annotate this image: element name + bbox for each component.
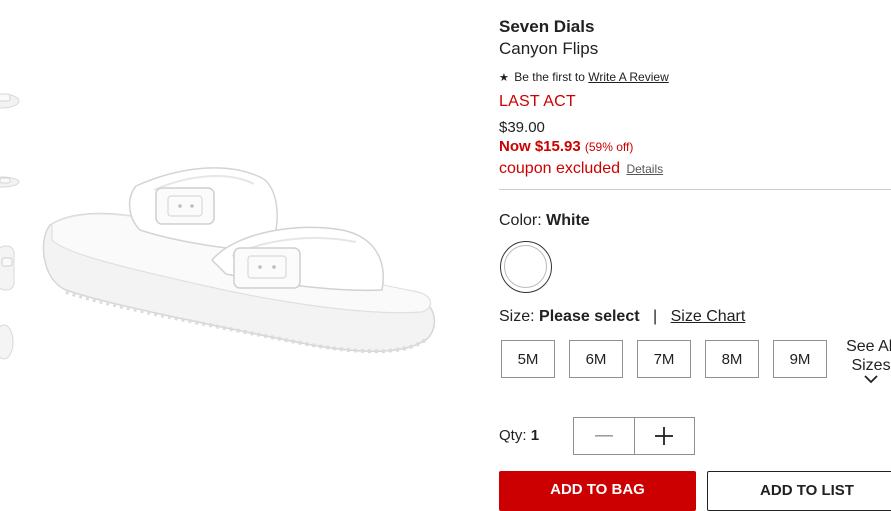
color-value: White — [546, 212, 590, 229]
size-option-9m[interactable]: 9M — [773, 340, 827, 378]
qty-label: Qty: — [499, 427, 527, 444]
color-label: Color: — [499, 212, 542, 229]
promo-badge: LAST ACT — [499, 93, 576, 110]
brand-name[interactable]: Seven Dials — [499, 17, 594, 37]
thumbnail-3[interactable] — [0, 240, 20, 296]
thumbnail-1[interactable] — [0, 85, 20, 115]
decrease-quantity-button[interactable] — [574, 418, 634, 454]
product-name: Canyon Flips — [499, 39, 599, 58]
sale-price: Now $15.93 — [499, 138, 581, 155]
coupon-text: coupon excluded — [499, 160, 620, 177]
original-price: $39.00 — [499, 119, 545, 136]
product-info: Seven Dials Canyon Flips ★ Be the first … — [499, 0, 891, 511]
quantity-label-line: Qty: 1 — [499, 427, 539, 444]
discount-percent: (59% off) — [584, 140, 634, 154]
sale-price-line: Now $15.93 (59% off) — [499, 138, 633, 155]
size-option-8m[interactable]: 8M — [705, 340, 759, 378]
quantity-stepper — [573, 417, 695, 455]
minus-icon — [594, 435, 613, 437]
color-swatch-white[interactable] — [500, 241, 552, 293]
qty-value: 1 — [530, 427, 540, 444]
coupon-details-link[interactable]: Details — [626, 162, 663, 176]
write-review-link[interactable]: Write A Review — [588, 70, 668, 84]
separator: | — [653, 308, 658, 325]
see-all-sizes-button[interactable]: See All Sizes — [846, 337, 891, 384]
add-to-list-button[interactable]: ADD TO LIST — [707, 471, 891, 511]
review-line: ★ Be the first to Write A Review — [499, 70, 669, 84]
plus-icon — [655, 427, 674, 445]
coupon-line: coupon excluded Details — [499, 160, 663, 178]
sizes-label: Sizes — [851, 357, 891, 374]
size-option-6m[interactable]: 6M — [569, 340, 623, 378]
size-chart-link[interactable]: Size Chart — [671, 308, 746, 325]
thumbnail-4[interactable] — [0, 322, 20, 362]
add-to-bag-button[interactable]: ADD TO BAG — [499, 471, 696, 511]
swatch-fill — [504, 245, 547, 288]
increase-quantity-button[interactable] — [633, 418, 695, 454]
size-label-line: Size: Please select | Size Chart — [499, 308, 745, 326]
star-icon: ★ — [499, 72, 509, 84]
review-prefix: Be the first to — [514, 70, 585, 84]
size-option-7m[interactable]: 7M — [637, 340, 691, 378]
size-value: Please select — [539, 308, 640, 325]
divider — [499, 189, 891, 190]
thumbnail-2[interactable] — [0, 170, 20, 194]
product-main-image[interactable] — [36, 130, 440, 370]
see-all-label: See All — [846, 338, 891, 355]
chevron-down-icon — [864, 375, 878, 384]
color-label-line: Color: White — [499, 212, 590, 230]
size-option-5m[interactable]: 5M — [501, 340, 555, 378]
size-label: Size: — [499, 308, 535, 325]
thumbnail-strip — [0, 0, 22, 487]
